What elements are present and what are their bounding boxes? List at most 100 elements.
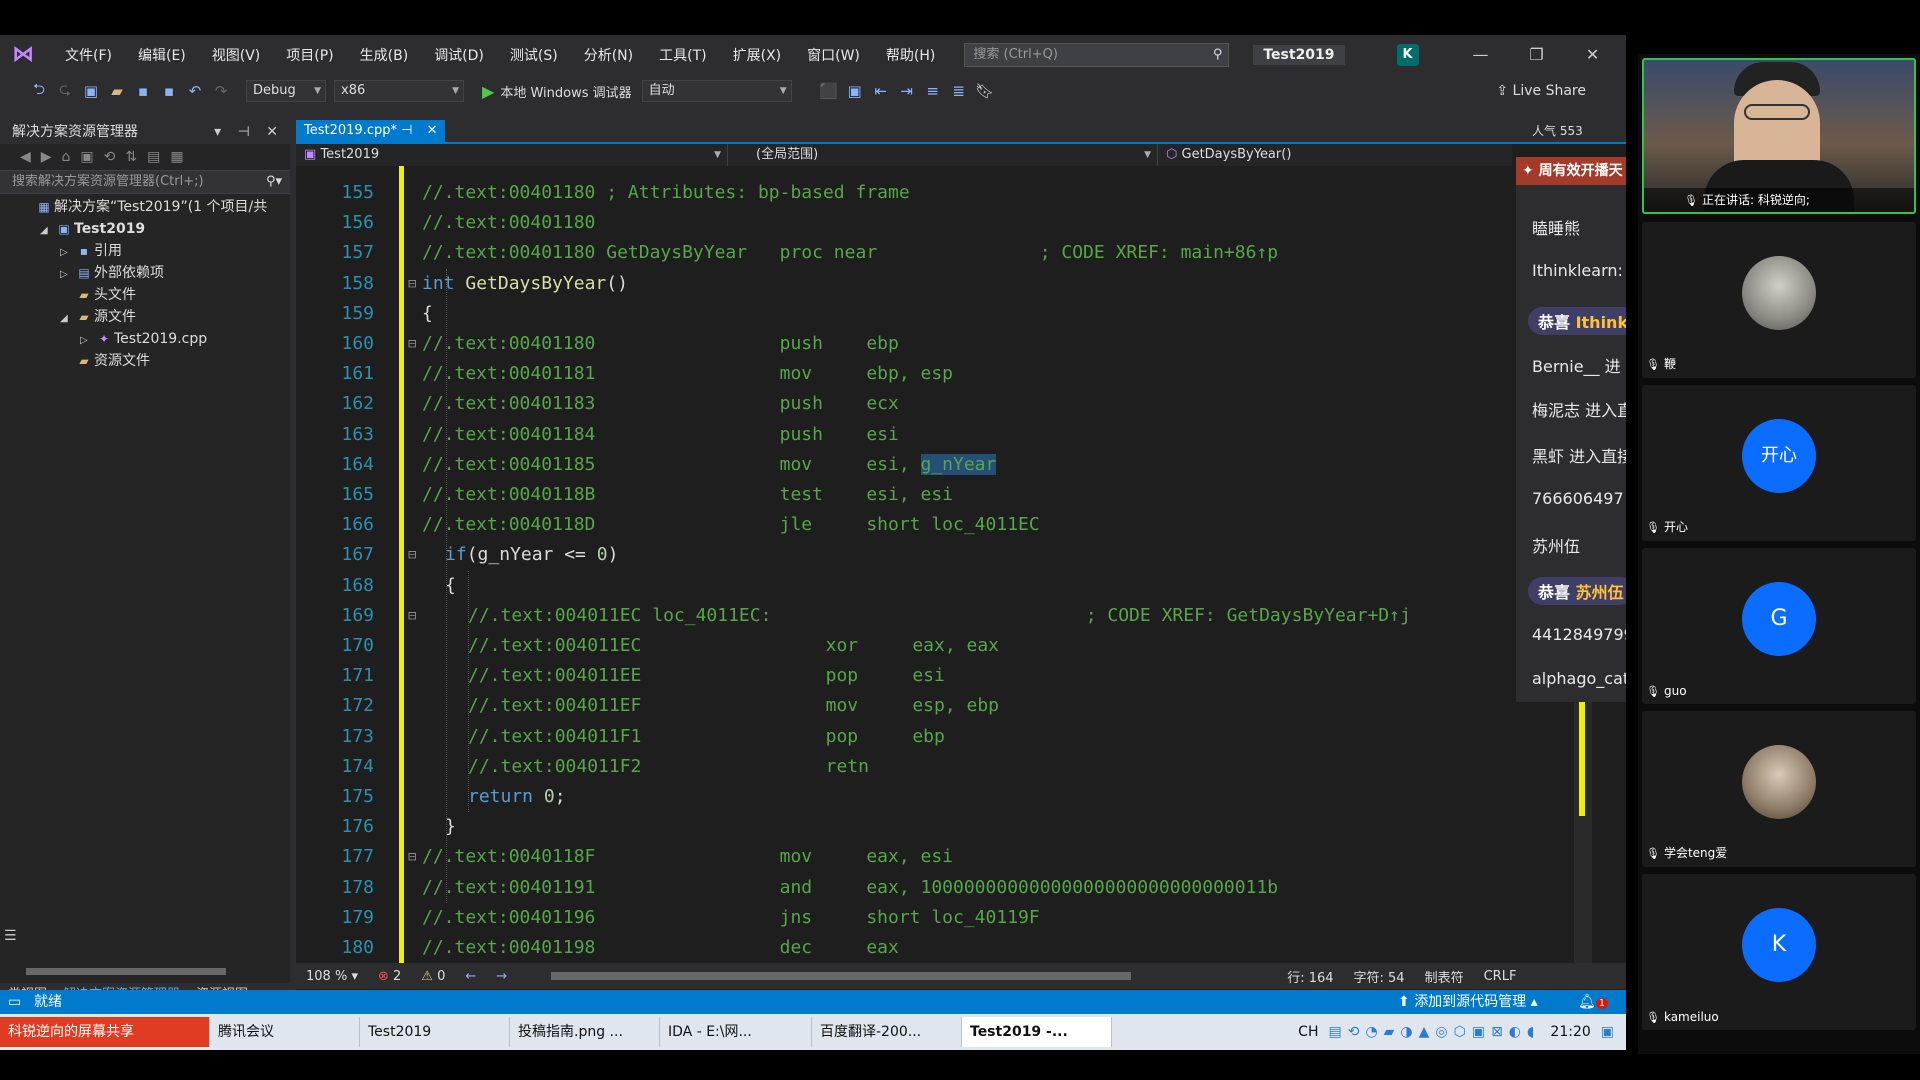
start-debugging-icon[interactable]: ▶: [482, 82, 494, 101]
menu-item[interactable]: 项目(P): [273, 45, 346, 65]
user-avatar[interactable]: K: [1396, 43, 1419, 66]
code-line[interactable]: 177 ⊟ //.text:0040118F mov eax, esi: [296, 842, 1592, 872]
expander-icon[interactable]: ◢: [40, 220, 54, 242]
taskbar-item[interactable]: 腾讯会议: [210, 1017, 360, 1047]
back-icon[interactable]: ⮌: [26, 79, 52, 104]
taskbar-item[interactable]: 科锐逆向的屏幕共享: [0, 1017, 210, 1047]
taskbar-clock[interactable]: 21:20: [1550, 1024, 1590, 1040]
debugger-button[interactable]: 本地 Windows 调试器: [500, 82, 631, 101]
ime-indicator[interactable]: CH: [1298, 1024, 1318, 1040]
open-icon[interactable]: ▰: [104, 82, 130, 100]
menu-item[interactable]: 分析(N): [571, 45, 646, 65]
nav-forward-icon[interactable]: →: [486, 969, 517, 984]
fold-toggle-icon[interactable]: ⊟: [408, 269, 416, 299]
tree-item[interactable]: ▷ ▪ 引用: [0, 240, 290, 262]
solution-search-input[interactable]: 搜索解决方案资源管理器(Ctrl+;) ⚲▾: [0, 170, 290, 194]
error-count[interactable]: ⊗ 2: [368, 969, 411, 984]
code-line[interactable]: 165 //.text:0040118B test esi, esi: [296, 480, 1592, 510]
code-line[interactable]: 158 ⊟ int GetDaysByYear(): [296, 269, 1592, 299]
fold-toggle-icon[interactable]: ⊟: [408, 329, 416, 359]
expander-icon[interactable]: ▷: [60, 264, 74, 286]
tree-item[interactable]: ▰ 资源文件: [0, 350, 290, 372]
editor-horizontal-scrollbar[interactable]: [537, 969, 1257, 983]
indent-icon[interactable]: ⇥: [894, 82, 920, 100]
nav-function-select[interactable]: ⬡ GetDaysByYear(): [1158, 144, 1512, 166]
code-line[interactable]: 157 //.text:00401180 GetDaysByYear proc n…: [296, 238, 1592, 268]
taskbar-item[interactable]: 投稿指南.png ...: [510, 1017, 660, 1047]
menu-item[interactable]: 测试(S): [497, 45, 571, 65]
tree-item[interactable]: ▷ ▤ 外部依赖项: [0, 262, 290, 284]
expander-icon[interactable]: ◢: [60, 308, 74, 330]
code-line[interactable]: 179 //.text:00401196 jns short loc_40119F: [296, 903, 1592, 933]
code-line[interactable]: 178 //.text:00401191 and eax, 10000000000…: [296, 873, 1592, 903]
attach-icon[interactable]: ⬛: [816, 82, 842, 100]
warning-count[interactable]: ⚠ 0: [411, 969, 455, 984]
fold-toggle-icon[interactable]: ⊟: [408, 601, 416, 631]
menu-item[interactable]: 编辑(E): [125, 45, 199, 65]
outdent-icon[interactable]: ⇤: [868, 82, 894, 100]
browser-icon[interactable]: ▣: [842, 82, 868, 100]
code-line[interactable]: 173 //.text:004011F1 pop ebp: [296, 722, 1592, 752]
participant-tile[interactable]: 🎙︎ 鞭: [1642, 222, 1916, 378]
side-menu-icon[interactable]: ☰: [0, 928, 20, 944]
code-line[interactable]: 167 ⊟ if(g_nYear <= 0): [296, 540, 1592, 570]
quick-launch-search[interactable]: 搜索 (Ctrl+Q) ⚲: [964, 42, 1230, 67]
fold-toggle-icon[interactable]: ⊟: [408, 842, 416, 872]
tray-icons[interactable]: ▤⟲◔▰◑▲◎⬡▣⊠◐◖: [1328, 1024, 1540, 1040]
participant-tile[interactable]: 🎙︎ 学会teng爱: [1642, 711, 1916, 867]
close-tab-icon[interactable]: ✕: [427, 123, 438, 138]
code-line[interactable]: 163 //.text:00401184 push esi: [296, 420, 1592, 450]
line-indicator[interactable]: 行: 164: [1277, 967, 1343, 986]
forward-icon[interactable]: ⮎: [52, 79, 78, 104]
tree-item[interactable]: ▦ 解决方案“Test2019”(1 个项目/共: [0, 196, 290, 218]
minimize-icon[interactable]: —: [1453, 45, 1509, 64]
participant-tile[interactable]: 开心 🎙︎ 开心: [1642, 385, 1916, 541]
code-line[interactable]: 159 {: [296, 299, 1592, 329]
participant-tile[interactable]: K 🎙︎ kameiluo: [1642, 874, 1916, 1030]
code-line[interactable]: 174 //.text:004011F2 retn: [296, 752, 1592, 782]
redo-icon[interactable]: ↷: [208, 82, 234, 100]
taskbar-item[interactable]: Test2019 -...: [962, 1017, 1112, 1047]
new-project-icon[interactable]: ▣: [78, 82, 104, 100]
tree-item[interactable]: ▰ 头文件: [0, 284, 290, 306]
menu-item[interactable]: 调试(D): [421, 45, 497, 65]
expander-icon[interactable]: ▷: [60, 242, 74, 264]
menu-item[interactable]: 工具(T): [646, 45, 719, 65]
tree-item[interactable]: ◢ ▰ 源文件: [0, 306, 290, 328]
undo-icon[interactable]: ↶: [182, 82, 208, 100]
tree-item[interactable]: ◢ ▣ Test2019: [0, 218, 290, 240]
taskbar-item[interactable]: 百度翻译-200...: [812, 1017, 962, 1047]
solution-horizontal-scrollbar[interactable]: [12, 965, 278, 977]
source-control-button[interactable]: ⬆ 添加到源代码管理 ▴: [1398, 990, 1538, 1014]
notification-bell-icon[interactable]: 🔔︎ 1: [1578, 990, 1609, 1016]
pane-controls[interactable]: ▾ ⊣ ✕: [214, 120, 284, 144]
code-line[interactable]: 172 //.text:004011EF mov esp, ebp: [296, 691, 1592, 721]
live-share-button[interactable]: ⇪ Live Share: [1496, 83, 1586, 99]
tab-test2019-cpp[interactable]: Test2019.cpp* ⊣ ✕: [296, 120, 446, 142]
close-icon[interactable]: ✕: [1565, 45, 1621, 64]
code-line[interactable]: 160 ⊟ //.text:00401180 push ebp: [296, 329, 1592, 359]
code-line[interactable]: 155 //.text:00401180 ; Attributes: bp-bas…: [296, 178, 1592, 208]
menu-item[interactable]: 窗口(W): [794, 45, 873, 65]
menu-item[interactable]: 生成(B): [347, 45, 422, 65]
eol-indicator[interactable]: CRLF: [1474, 969, 1527, 984]
participant-tile-speaker[interactable]: 🎙︎ 正在讲话: 科锐逆向;: [1642, 58, 1916, 214]
uncomment-icon[interactable]: ≣: [946, 82, 972, 100]
code-line[interactable]: 166 //.text:0040118D jle short loc_4011EC: [296, 510, 1592, 540]
participant-tile[interactable]: G 🎙︎ guo: [1642, 548, 1916, 704]
scroll-thumb[interactable]: [551, 972, 1132, 980]
fold-toggle-icon[interactable]: ⊟: [408, 540, 416, 570]
scroll-thumb[interactable]: [26, 968, 226, 975]
menu-item[interactable]: 帮助(H): [873, 45, 948, 65]
platform-select[interactable]: x86 ▼: [334, 80, 464, 102]
nav-scope-select[interactable]: (全局范围) ▼: [728, 144, 1158, 166]
code-line[interactable]: 162 //.text:00401183 push ecx: [296, 389, 1592, 419]
output-icon[interactable]: ▭: [8, 990, 21, 1014]
code-line[interactable]: 161 //.text:00401181 mov ebp, esp: [296, 359, 1592, 389]
save-all-icon[interactable]: ▪: [156, 82, 182, 100]
show-desktop-icon[interactable]: ▣: [1601, 1024, 1614, 1040]
zoom-level[interactable]: 108 % ▾: [296, 969, 368, 984]
bookmark-icon[interactable]: 🔖︎: [972, 82, 998, 100]
code-line[interactable]: 170 //.text:004011EC xor eax, eax: [296, 631, 1592, 661]
code-line[interactable]: 156 //.text:00401180: [296, 208, 1592, 238]
